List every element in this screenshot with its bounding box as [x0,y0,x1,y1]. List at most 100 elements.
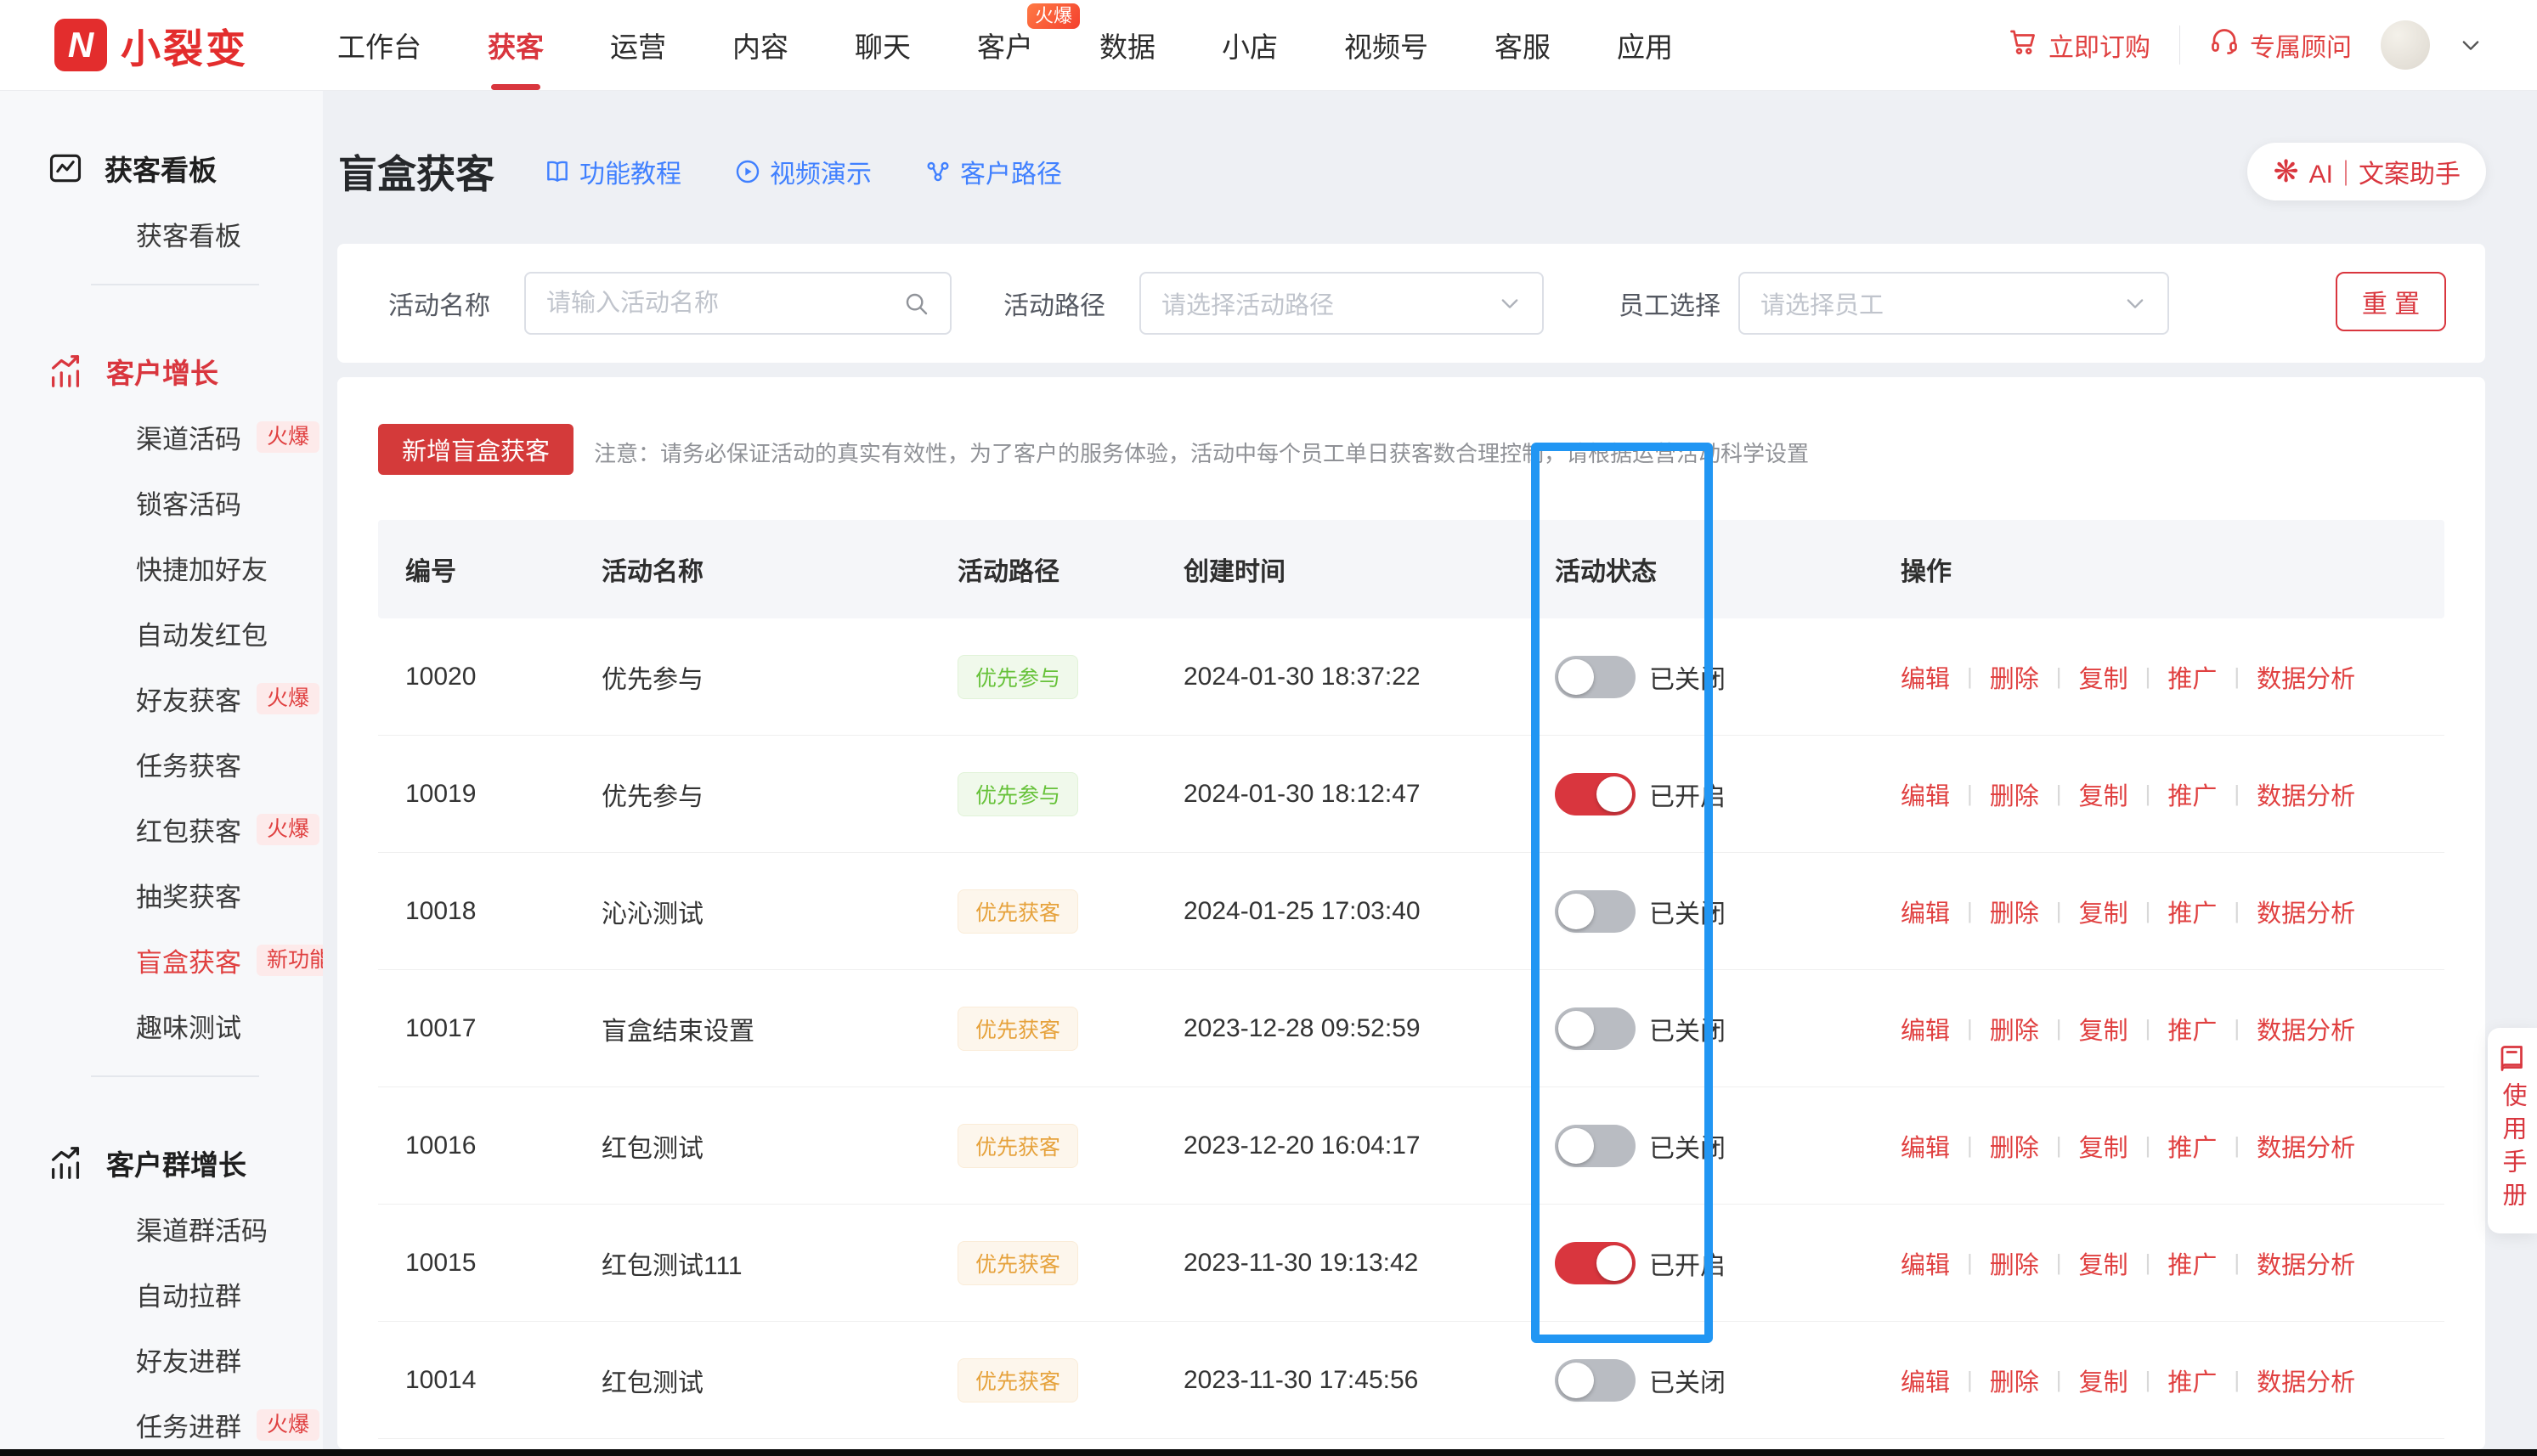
action-copy[interactable]: 复制 [2079,1363,2128,1398]
nav-item-6[interactable]: 数据 [1066,0,1189,90]
nav-item-0[interactable]: 工作台 [304,0,455,90]
staff-select-label: 员工选择 [1619,285,1721,322]
action-data-analysis[interactable]: 数据分析 [2257,1128,2355,1164]
header-link-2[interactable]: 客户路径 [924,153,1062,190]
sidebar-section-2[interactable]: 客户群增长 [0,1130,323,1196]
page-header: 盲盒获客 功能教程视频演示客户路径 [338,144,1062,200]
toggle-knob [1558,894,1594,929]
user-avatar[interactable] [2381,20,2430,70]
action-delete[interactable]: 删除 [1990,776,2039,812]
action-promote[interactable]: 推广 [2167,659,2217,695]
status-toggle[interactable] [1555,1125,1636,1167]
activity-path-select[interactable]: 请选择活动路径 [1139,272,1544,335]
nav-item-4[interactable]: 聊天 [822,0,944,90]
sidebar-item-1-5[interactable]: 任务获客 [0,731,323,797]
nav-item-label: 客服 [1495,25,1551,65]
action-delete[interactable]: 删除 [1990,1128,2039,1164]
sidebar-item-2-3[interactable]: 任务进群火爆 [0,1392,323,1456]
sidebar-item-0-0[interactable]: 获客看板 [0,201,323,267]
action-edit[interactable]: 编辑 [1901,894,1950,929]
activity-name-input[interactable] [546,290,902,318]
sidebar-item-1-6[interactable]: 红包获客火爆 [0,797,323,862]
sidebar-item-label: 红包获客 [136,810,241,849]
nav-item-7[interactable]: 小店 [1189,0,1311,90]
action-edit[interactable]: 编辑 [1901,776,1950,812]
nav-item-3[interactable]: 内容 [699,0,822,90]
status-toggle[interactable] [1555,656,1636,698]
action-data-analysis[interactable]: 数据分析 [2257,894,2355,929]
staff-select[interactable]: 请选择员工 [1738,272,2169,335]
sidebar-item-2-0[interactable]: 渠道群活码 [0,1196,323,1261]
status-toggle[interactable] [1555,890,1636,933]
action-data-analysis[interactable]: 数据分析 [2257,659,2355,695]
status-label: 已开启 [1649,1244,1726,1282]
action-data-analysis[interactable]: 数据分析 [2257,776,2355,812]
action-promote[interactable]: 推广 [2167,894,2217,929]
action-edit[interactable]: 编辑 [1901,1245,1950,1281]
action-edit[interactable]: 编辑 [1901,1011,1950,1047]
action-data-analysis[interactable]: 数据分析 [2257,1363,2355,1398]
sidebar-item-1-1[interactable]: 锁客活码 [0,470,323,535]
status-toggle[interactable] [1555,773,1636,815]
sidebar-item-1-8[interactable]: 盲盒获客新功能 [0,928,323,993]
cell-id: 10020 [405,663,602,691]
create-blindbox-button[interactable]: 新增盲盒获客 [378,424,574,475]
action-separator: | [2234,781,2240,807]
app-logo[interactable]: N 小裂变 [54,16,248,75]
action-copy[interactable]: 复制 [2079,1128,2128,1164]
header-link-0[interactable]: 功能教程 [544,153,681,190]
nav-item-10[interactable]: 应用 [1584,0,1706,90]
sidebar-item-1-2[interactable]: 快捷加好友 [0,535,323,601]
action-copy[interactable]: 复制 [2079,1011,2128,1047]
action-delete[interactable]: 删除 [1990,894,2039,929]
action-delete[interactable]: 删除 [1990,1245,2039,1281]
sidebar-item-1-4[interactable]: 好友获客火爆 [0,666,323,731]
sidebar-section-0[interactable]: 获客看板 [0,135,323,201]
order-now-button[interactable]: 立即订购 [2008,26,2150,64]
ai-copy-assistant-button[interactable]: ❋ AI｜文案助手 [2247,143,2486,200]
action-promote[interactable]: 推广 [2167,776,2217,812]
chevron-down-icon[interactable] [2459,33,2483,57]
sidebar-item-2-2[interactable]: 好友进群 [0,1327,323,1392]
status-toggle[interactable] [1555,1359,1636,1402]
sidebar-item-1-7[interactable]: 抽奖获客 [0,862,323,928]
growth-icon [47,1143,86,1182]
nav-item-8[interactable]: 视频号 [1311,0,1461,90]
main-nav: 工作台获客运营内容聊天客户火爆数据小店视频号客服应用 [304,0,1706,90]
status-toggle[interactable] [1555,1242,1636,1284]
action-copy[interactable]: 复制 [2079,1245,2128,1281]
reset-button[interactable]: 重 置 [2336,272,2446,331]
action-edit[interactable]: 编辑 [1901,659,1950,695]
action-copy[interactable]: 复制 [2079,894,2128,929]
sidebar-item-1-0[interactable]: 渠道活码火爆 [0,404,323,470]
action-promote[interactable]: 推广 [2167,1011,2217,1047]
action-promote[interactable]: 推广 [2167,1363,2217,1398]
action-data-analysis[interactable]: 数据分析 [2257,1011,2355,1047]
action-promote[interactable]: 推广 [2167,1128,2217,1164]
action-copy[interactable]: 复制 [2079,776,2128,812]
action-delete[interactable]: 删除 [1990,659,2039,695]
sidebar-item-1-3[interactable]: 自动发红包 [0,601,323,666]
filter-panel: 活动名称 活动路径 请选择活动路径 员工选择 请选择员工 重 置 [337,244,2485,363]
action-data-analysis[interactable]: 数据分析 [2257,1245,2355,1281]
sidebar-item-2-1[interactable]: 自动拉群 [0,1261,323,1327]
user-manual-fab[interactable]: 使用手册 [2488,1028,2537,1233]
header-link-1[interactable]: 视频演示 [734,153,872,190]
action-delete[interactable]: 删除 [1990,1363,2039,1398]
nav-item-5[interactable]: 客户火爆 [944,0,1066,90]
nav-item-9[interactable]: 客服 [1461,0,1584,90]
nav-item-1[interactable]: 获客 [455,0,577,90]
status-toggle[interactable] [1555,1007,1636,1050]
action-copy[interactable]: 复制 [2079,659,2128,695]
activity-path-label: 活动路径 [1003,285,1105,322]
action-promote[interactable]: 推广 [2167,1245,2217,1281]
sidebar-item-1-9[interactable]: 趣味测试 [0,993,323,1058]
advisor-button[interactable]: 专属顾问 [2209,26,2352,64]
search-icon[interactable] [902,290,929,317]
nav-item-2[interactable]: 运营 [577,0,699,90]
sidebar-section-1[interactable]: 客户增长 [0,338,323,404]
action-delete[interactable]: 删除 [1990,1011,2039,1047]
action-edit[interactable]: 编辑 [1901,1363,1950,1398]
ai-icon: ❋ [2273,156,2298,187]
action-edit[interactable]: 编辑 [1901,1128,1950,1164]
